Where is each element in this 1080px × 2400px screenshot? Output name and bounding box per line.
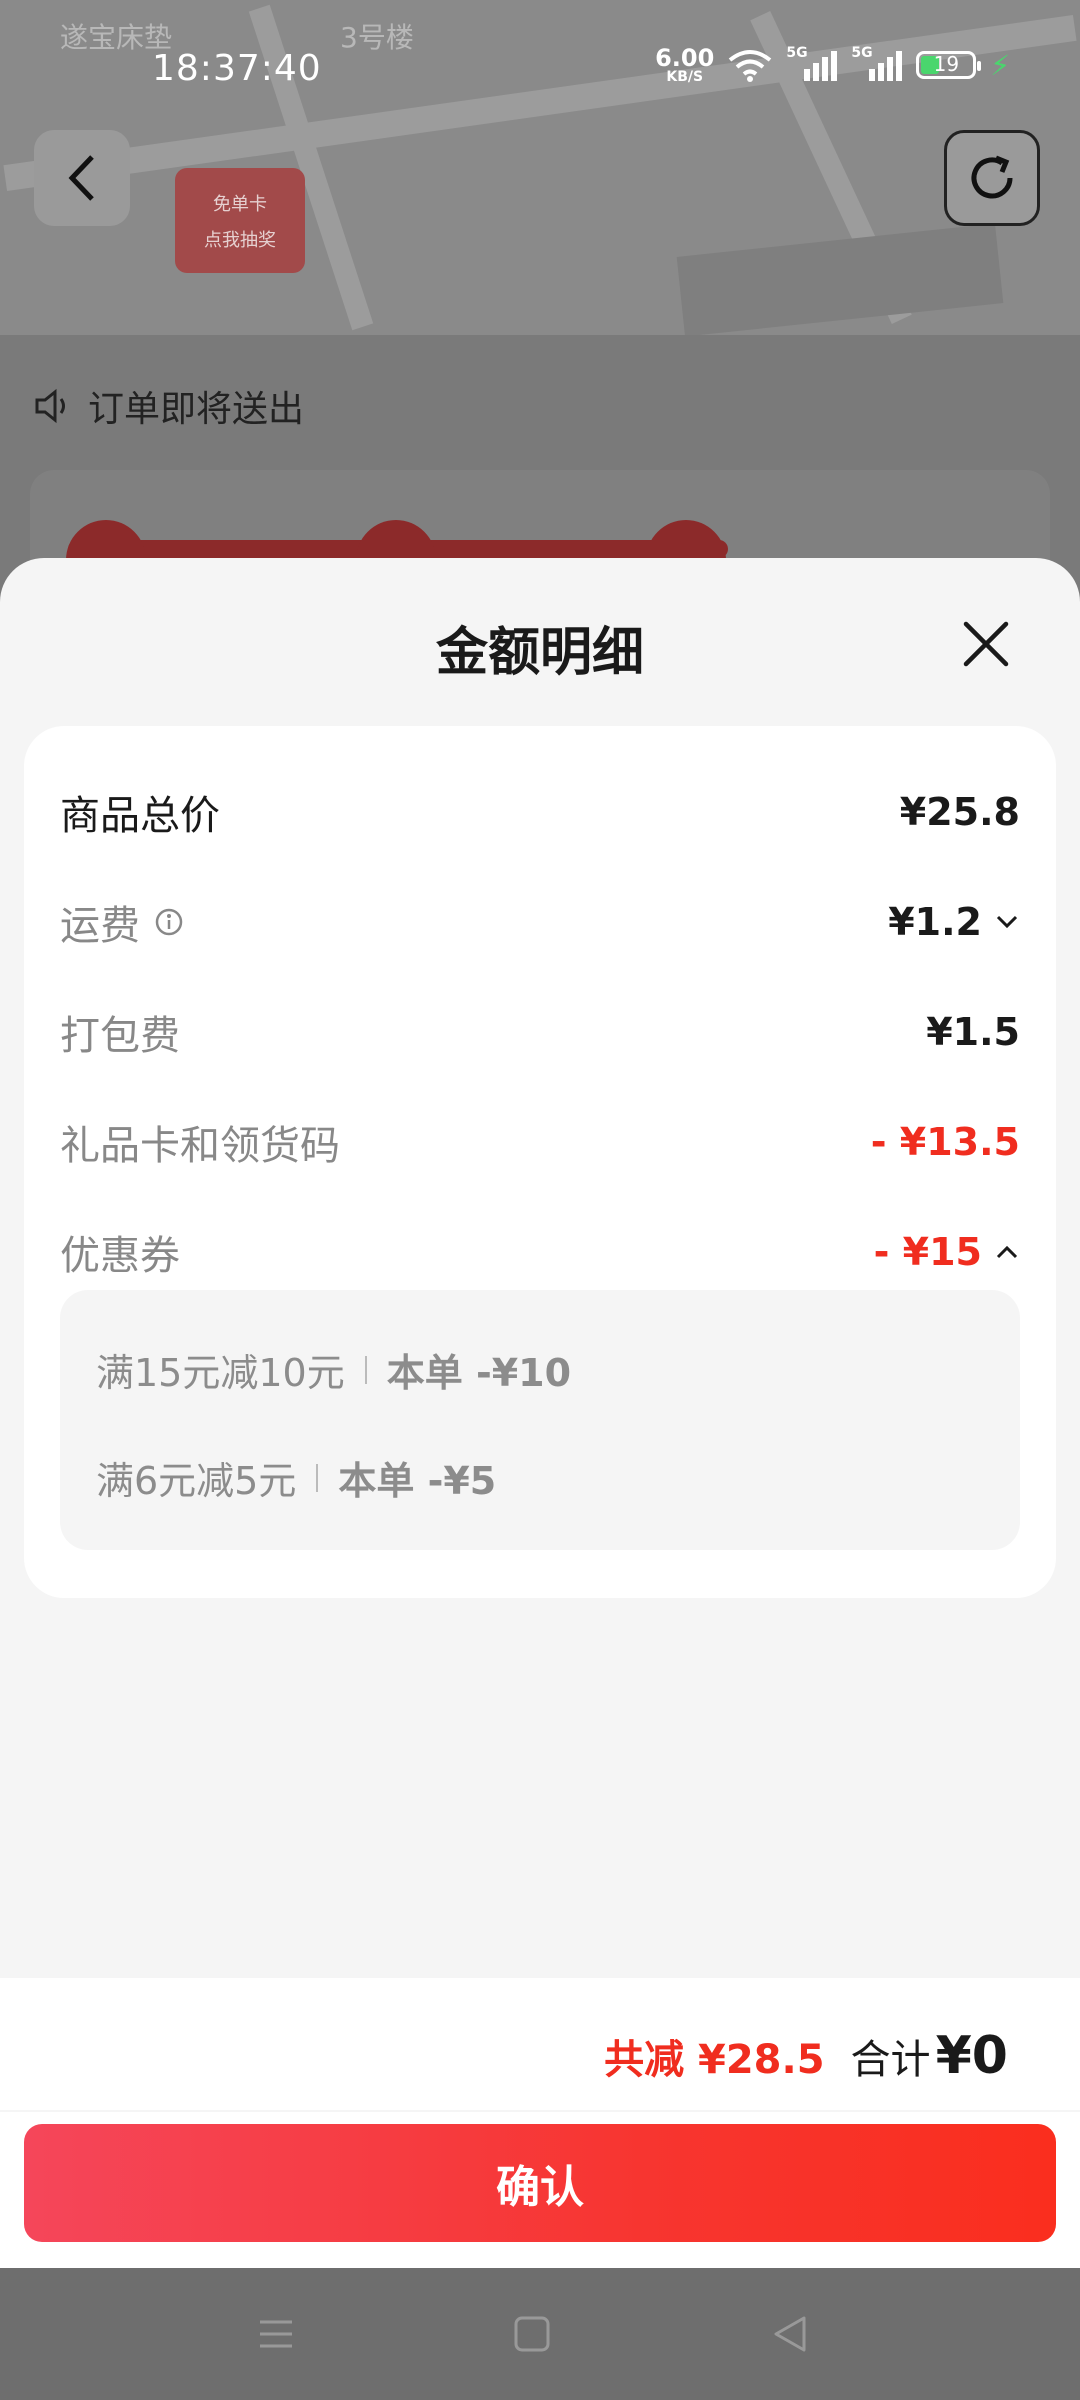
row-goods-total: 商品总价 ¥25.8 [60, 782, 1020, 842]
sheet-title: 金额明细 [435, 623, 644, 683]
signal-strength-icon: 5G [786, 45, 838, 81]
total-saved: 共减 ¥28.5 [604, 2037, 825, 2083]
signal-type-label: 5G [786, 45, 808, 61]
coupon-deduction: 本单 -¥10 [386, 1351, 572, 1395]
chevron-left-icon [68, 155, 94, 201]
battery-icon: 19 [916, 51, 982, 79]
row-amount: ¥1.2 [888, 900, 1020, 944]
status-indicators: 6.00 KB/S 5G 5G 19 ⚡ [655, 45, 1010, 84]
network-speed-value: 6.00 [655, 44, 715, 72]
row-packing-fee: 打包费 ¥1.5 [60, 1002, 1020, 1062]
row-label: 商品总价 [60, 793, 220, 839]
divider [364, 1355, 367, 1384]
back-button[interactable] [34, 130, 130, 226]
status-bar: 18:37:40 6.00 KB/S 5G 5G 19 ⚡ [0, 0, 1080, 120]
battery-level: 19 [933, 52, 960, 76]
home-icon[interactable] [502, 2304, 562, 2364]
divider [316, 1463, 319, 1492]
row-amount: ¥1.5 [926, 1010, 1020, 1054]
confirm-area: 确认 [0, 2112, 1080, 2268]
lottery-card: 免单卡 点我抽奖 [175, 168, 305, 273]
coupon-deduction: 本单 -¥5 [338, 1459, 497, 1503]
coupon-rule: 满6元减5元 [96, 1459, 297, 1503]
speaker-icon [35, 388, 65, 424]
coupon-detail-box: 满15元减10元 本单 -¥10 满6元减5元 本单 -¥5 [60, 1290, 1020, 1550]
lottery-card-title: 免单卡 [213, 193, 267, 215]
chevron-up-icon[interactable] [994, 1239, 1020, 1265]
coupon-item: 满6元减5元 本单 -¥5 [96, 1450, 496, 1505]
back-triangle-icon[interactable] [760, 2304, 820, 2364]
row-amount-value: - ¥13.5 [870, 1120, 1020, 1164]
row-amount: - ¥15 [874, 1230, 1020, 1274]
row-coupons[interactable]: 优惠券 - ¥15 [60, 1222, 1020, 1282]
total-amount: ¥0 [935, 2026, 1008, 2086]
info-icon[interactable] [154, 907, 184, 937]
row-amount-value: ¥1.2 [888, 900, 982, 944]
signal-strength-icon: 5G [851, 45, 903, 81]
row-label: 运费 [60, 903, 140, 949]
total-label: 合计 [850, 2037, 931, 2083]
coupon-rule: 满15元减10元 [96, 1351, 345, 1395]
row-delivery-fee[interactable]: 运费 ¥1.2 [60, 892, 1020, 952]
total-group: 合计 ¥0 [851, 2026, 1008, 2086]
row-label: 优惠券 [60, 1233, 180, 1279]
wifi-icon [729, 50, 772, 82]
lottery-card-subtitle: 点我抽奖 [204, 229, 276, 251]
refresh-icon [971, 155, 1013, 199]
row-gift-card: 礼品卡和领货码 - ¥13.5 [60, 1112, 1020, 1172]
row-amount-value: ¥1.5 [926, 1010, 1020, 1054]
row-label: 打包费 [60, 1013, 180, 1059]
row-amount: - ¥13.5 [871, 1120, 1020, 1164]
total-summary-bar: 共减 ¥28.5 合计 ¥0 [0, 1978, 1080, 2110]
chevron-down-icon[interactable] [994, 909, 1020, 935]
network-speed-unit: KB/S [666, 69, 704, 85]
row-label: 礼品卡和领货码 [60, 1123, 340, 1169]
row-amount-value: - ¥15 [873, 1230, 982, 1274]
map-block [676, 223, 1004, 335]
close-button[interactable] [958, 616, 1014, 672]
menu-icon[interactable] [246, 2304, 306, 2364]
order-notice: 订单即将送出 [34, 380, 304, 432]
system-nav-bar [0, 2268, 1080, 2400]
row-amount-value: ¥25.8 [899, 790, 1020, 834]
refresh-button[interactable] [944, 130, 1040, 226]
row-label-wrap: 运费 [60, 893, 184, 951]
status-time: 18:37:40 [152, 48, 322, 89]
confirm-button[interactable]: 确认 [24, 2124, 1056, 2242]
network-speed: 6.00 KB/S [655, 46, 714, 84]
close-icon [963, 621, 1009, 667]
charging-icon: ⚡ [990, 48, 1010, 82]
amount-detail-card: 商品总价 ¥25.8 运费 ¥1.2 打包费 ¥1.5 礼品卡和领货码 - ¥1… [24, 726, 1056, 1598]
signal-type-label: 5G [851, 45, 873, 61]
order-notice-text: 订单即将送出 [88, 389, 305, 430]
row-amount: ¥25.8 [900, 790, 1020, 834]
total-summary: 共减 ¥28.5 合计 ¥0 [604, 2026, 1008, 2086]
coupon-item: 满15元减10元 本单 -¥10 [96, 1342, 571, 1397]
